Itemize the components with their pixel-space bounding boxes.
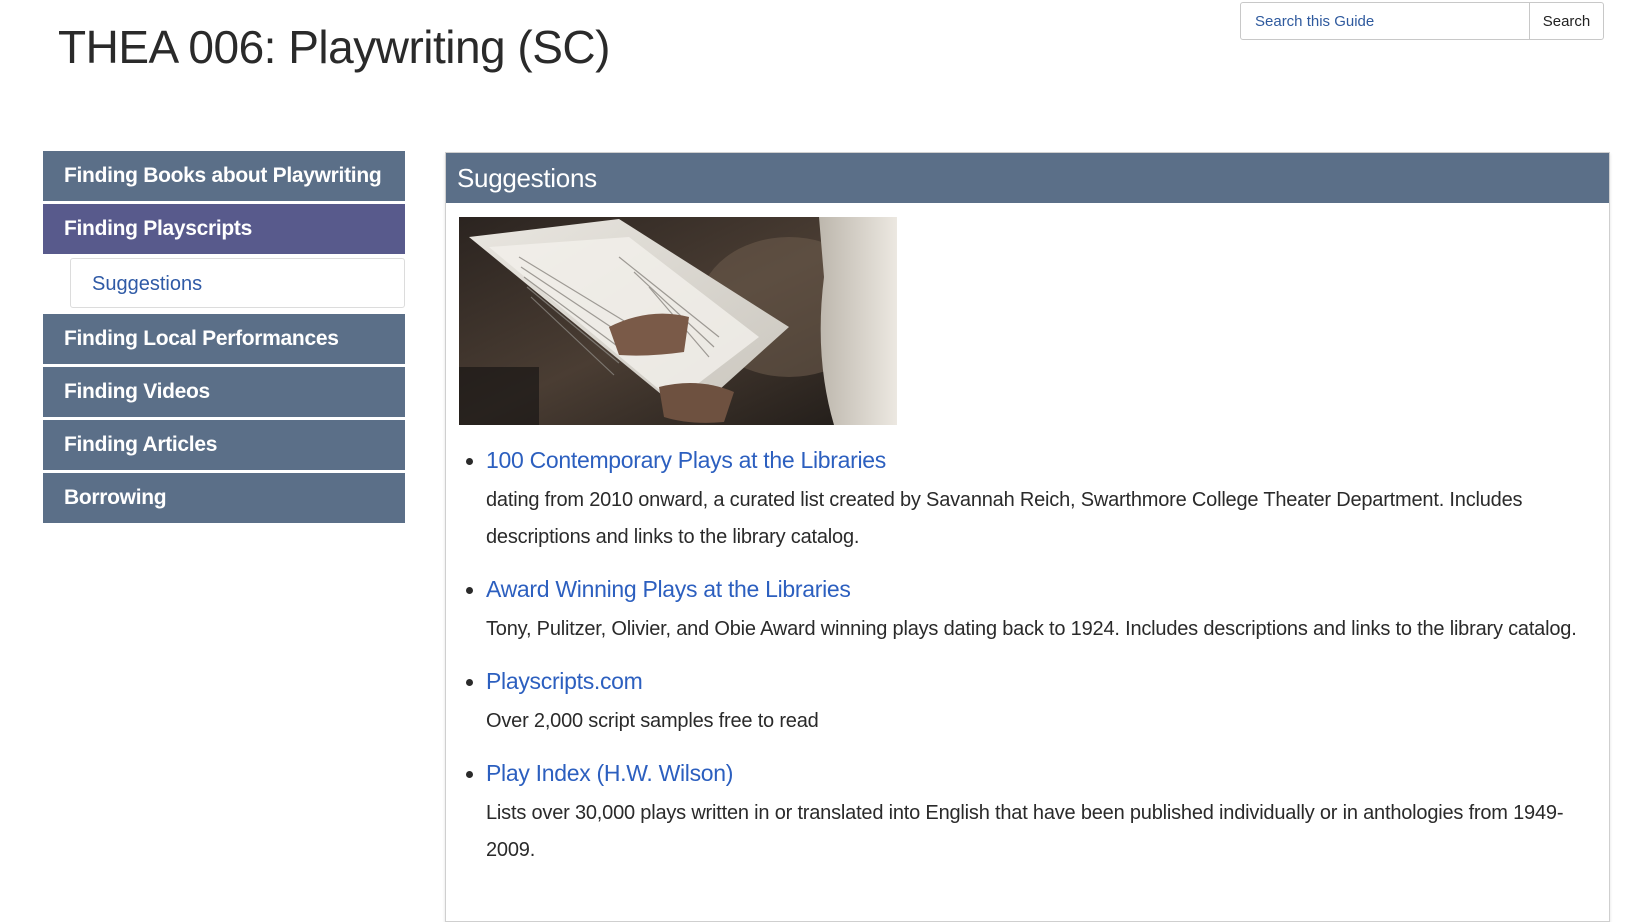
search-button[interactable]: Search [1529, 3, 1603, 39]
resource-link[interactable]: Playscripts.com [486, 664, 1606, 698]
list-item: 100 Contemporary Plays at the Libraries … [466, 443, 1606, 556]
sidebar-item-finding-articles[interactable]: Finding Articles [43, 420, 405, 470]
search-input[interactable] [1241, 3, 1529, 39]
page-title: THEA 006: Playwriting (SC) [58, 21, 610, 73]
sidebar-item-finding-local-performances[interactable]: Finding Local Performances [43, 314, 405, 364]
suggestions-panel: Suggestions 100 Contemporary Plays at th… [445, 152, 1610, 922]
page: THEA 006: Playwriting (SC) Search Findin… [0, 0, 1642, 922]
sidebar-item-borrowing[interactable]: Borrowing [43, 473, 405, 523]
guide-search-form: Search [1240, 2, 1604, 40]
list-item: Play Index (H.W. Wilson) Lists over 30,0… [466, 756, 1606, 869]
resource-description: Lists over 30,000 plays written in or tr… [486, 802, 1564, 861]
sidebar-item-finding-playscripts[interactable]: Finding Playscripts [43, 204, 405, 254]
list-item: Award Winning Plays at the Libraries Ton… [466, 572, 1606, 648]
resource-list: 100 Contemporary Plays at the Libraries … [459, 443, 1606, 885]
panel-title: Suggestions [446, 153, 1609, 203]
sidebar-nav: Finding Books about Playwriting Finding … [43, 151, 405, 526]
sidebar-item-finding-videos[interactable]: Finding Videos [43, 367, 405, 417]
resource-description: Over 2,000 script samples free to read [486, 710, 819, 732]
playscript-photo [459, 217, 897, 425]
resource-link[interactable]: 100 Contemporary Plays at the Libraries [486, 443, 1606, 477]
sidebar-subitem-suggestions[interactable]: Suggestions [70, 258, 405, 308]
resource-description: Tony, Pulitzer, Olivier, and Obie Award … [486, 618, 1577, 640]
list-item: Playscripts.com Over 2,000 script sample… [466, 664, 1606, 740]
sidebar-item-finding-books[interactable]: Finding Books about Playwriting [43, 151, 405, 201]
resource-link[interactable]: Play Index (H.W. Wilson) [486, 756, 1606, 790]
resource-description: dating from 2010 onward, a curated list … [486, 489, 1523, 548]
resource-link[interactable]: Award Winning Plays at the Libraries [486, 572, 1606, 606]
